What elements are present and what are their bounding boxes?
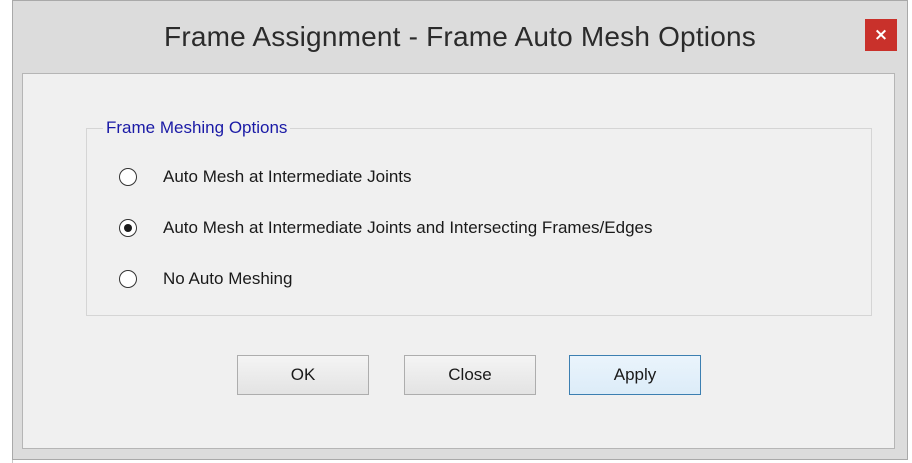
close-button[interactable]: Close [404,355,536,395]
group-label: Frame Meshing Options [103,118,291,138]
close-icon: × [873,25,889,45]
radio-selected-dot [124,224,132,232]
dialog-title: Frame Assignment - Frame Auto Mesh Optio… [164,21,756,52]
option-auto-mesh-intermediate-joints-and-intersecting[interactable]: Auto Mesh at Intermediate Joints and Int… [119,216,652,240]
close-window-button[interactable]: × [865,19,897,51]
frame-auto-mesh-options-dialog: Frame Assignment - Frame Auto Mesh Optio… [12,0,908,460]
option-no-auto-meshing[interactable]: No Auto Meshing [119,267,292,291]
option-label: Auto Mesh at Intermediate Joints [163,167,412,186]
radio-button-icon[interactable] [119,219,137,237]
screen: Frame Assignment - Frame Auto Mesh Optio… [0,0,912,463]
radio-button-icon[interactable] [119,168,137,186]
radio-button-icon[interactable] [119,270,137,288]
frame-meshing-options-group: Frame Meshing Options Auto Mesh at Inter… [86,118,872,316]
option-auto-mesh-intermediate-joints[interactable]: Auto Mesh at Intermediate Joints [119,165,412,189]
title-bar[interactable]: Frame Assignment - Frame Auto Mesh Optio… [13,1,907,73]
option-label: Auto Mesh at Intermediate Joints and Int… [163,218,653,237]
dialog-client-area: Frame Meshing Options Auto Mesh at Inter… [22,73,895,449]
ok-button[interactable]: OK [237,355,369,395]
apply-button[interactable]: Apply [569,355,701,395]
option-label: No Auto Meshing [163,269,293,288]
